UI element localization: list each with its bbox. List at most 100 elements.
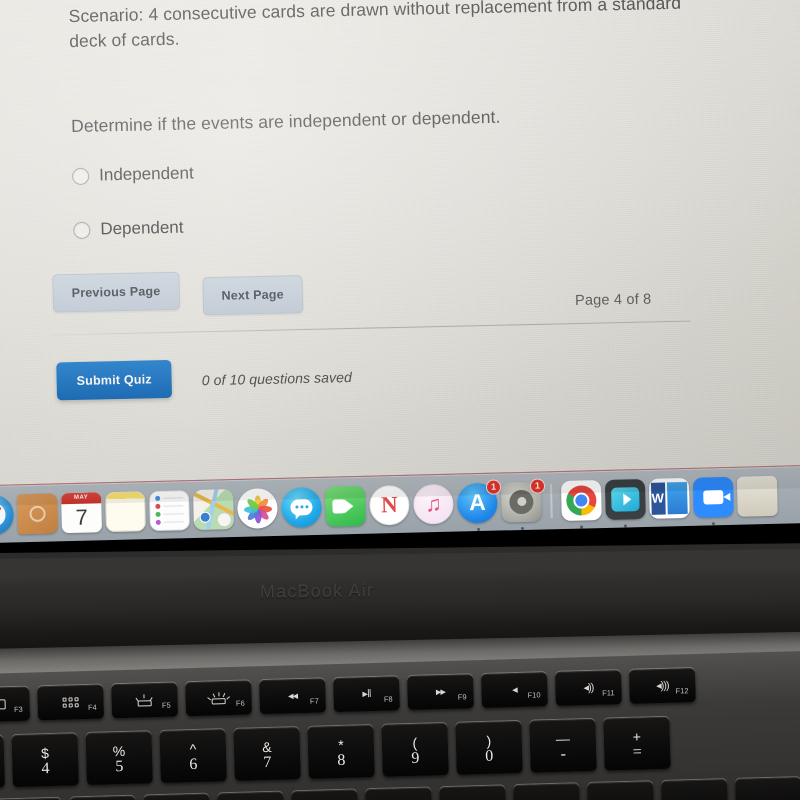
key-main-glyph: 7 <box>263 753 272 772</box>
app-store-glyph: A <box>468 488 487 516</box>
reminder-line <box>155 511 184 517</box>
key-main-glyph: 9 <box>411 749 420 767</box>
calendar-month-label: MAY <box>61 491 102 504</box>
radio-button-icon[interactable] <box>71 167 90 185</box>
key-f11[interactable]: ◂)) F11 <box>554 670 622 706</box>
key-extra[interactable] <box>365 787 433 800</box>
chrome-icon <box>565 484 597 516</box>
key-3[interactable]: # 3 <box>0 735 5 790</box>
dock-item-contacts[interactable] <box>17 492 59 534</box>
fast-forward-icon: ▸▸ <box>435 685 446 698</box>
facetime-lens-icon <box>344 498 354 513</box>
reminder-line <box>155 503 184 509</box>
rewind-icon: ◂◂ <box>287 689 298 702</box>
key-shift-glyph: $ <box>40 745 50 762</box>
key-f10[interactable]: ◂ F10 <box>480 672 548 708</box>
key-8[interactable]: * 8 <box>307 725 375 779</box>
key-label: F5 <box>161 700 171 710</box>
notification-badge: 1 <box>485 478 502 495</box>
dock-item-system-preferences[interactable]: 1 <box>500 477 546 530</box>
zoom-camera-icon <box>702 489 723 505</box>
key-p[interactable]: P <box>143 793 211 800</box>
key-equals[interactable]: + = <box>603 716 671 771</box>
dock-item-microsoft-word[interactable]: W <box>648 477 690 519</box>
key-bracket-left[interactable]: { <box>217 791 285 800</box>
dock-item-facetime[interactable] <box>324 485 366 527</box>
key-5[interactable]: % 5 <box>85 731 153 786</box>
next-page-button[interactable]: Next Page <box>202 275 304 316</box>
mission-control-icon <box>0 699 6 710</box>
key-f8[interactable]: ▸‖ F8 <box>333 676 400 713</box>
key-f6[interactable]: F6 <box>185 680 253 717</box>
safari-compass-icon <box>0 502 6 527</box>
laptop-keyboard: F3 F4 F5 F6 ◂◂ F7 ▸‖ F8 ▸▸ F9 ◂ F10 ◂)) … <box>0 649 800 800</box>
dock-item-photos[interactable] <box>236 487 278 529</box>
macbook-brand-label: MacBook Air <box>259 580 375 602</box>
key-f12[interactable]: ◂))) F12 <box>628 668 696 704</box>
running-indicator <box>579 524 584 529</box>
dock-item-news[interactable]: N <box>368 484 410 526</box>
running-indicator <box>476 527 480 531</box>
key-label: F6 <box>235 698 245 708</box>
camera-icon <box>610 486 640 512</box>
option-independent[interactable]: Independent <box>71 151 772 186</box>
key-shift-glyph: * <box>337 736 344 754</box>
dock-item-zoom[interactable] <box>692 476 734 525</box>
answer-options: Independent Dependent <box>71 151 773 240</box>
laptop-screen: Scenario: 4 consecutive cards are drawn … <box>0 0 800 544</box>
key-0[interactable]: ) 0 <box>455 720 523 775</box>
dock-item-maps[interactable] <box>192 488 234 530</box>
dock-item-chrome[interactable] <box>560 479 602 529</box>
quiz-page: Scenario: 4 consecutive cards are drawn … <box>50 0 775 401</box>
laptop-photo: Scenario: 4 consecutive cards are drawn … <box>0 0 800 800</box>
notification-badge: 1 <box>529 477 546 494</box>
submit-row: Submit Quiz 0 of 10 questions saved <box>56 356 352 401</box>
key-f4[interactable]: F4 <box>37 684 105 721</box>
dock-item-messages[interactable] <box>280 486 322 528</box>
key-extra[interactable] <box>513 783 581 800</box>
key-f7[interactable]: ◂◂ F7 <box>259 678 326 715</box>
key-f5[interactable]: F5 <box>111 682 179 719</box>
dock-item-notes[interactable] <box>105 490 146 532</box>
key-label: F8 <box>383 694 393 704</box>
dock-item-app-store[interactable]: A 1 <box>456 478 502 531</box>
dock-item-calendar[interactable]: MAY 7 <box>61 491 102 533</box>
option-label: Dependent <box>100 217 184 239</box>
key-9[interactable]: ( 9 <box>381 722 449 777</box>
key-f9[interactable]: ▸▸ F9 <box>407 674 474 711</box>
key-label: F12 <box>675 686 689 696</box>
key-extra[interactable] <box>735 777 800 800</box>
gear-icon <box>509 489 534 514</box>
key-main-glyph: 0 <box>485 747 494 765</box>
dock-item-music[interactable]: ♫ <box>412 483 454 525</box>
dock-item-safari[interactable] <box>0 493 15 535</box>
previous-page-button[interactable]: Previous Page <box>52 271 180 313</box>
play-pause-icon: ▸‖ <box>362 687 371 700</box>
key-6[interactable]: ^ 6 <box>159 729 227 783</box>
key-hyphen[interactable]: — - <box>529 718 597 773</box>
key-label: F3 <box>13 704 23 715</box>
key-extra[interactable] <box>439 785 507 800</box>
key-extra[interactable] <box>587 781 655 800</box>
key-extra[interactable] <box>661 779 729 800</box>
dock-separator <box>549 483 553 518</box>
key-f3[interactable]: F3 <box>0 686 31 723</box>
dock-item-camera-app[interactable] <box>604 478 646 527</box>
word-glyph: W <box>650 481 666 515</box>
photos-pinwheel-icon <box>243 494 273 524</box>
key-o[interactable]: O <box>69 795 137 800</box>
key-4[interactable]: $ 4 <box>11 733 79 788</box>
reminder-line <box>155 495 184 501</box>
question-prompt: Determine if the events are independent … <box>70 106 501 136</box>
macos-dock: MAY 7 N ♫ A 1 1 W <box>0 464 800 544</box>
dock-item-partial[interactable] <box>736 475 778 517</box>
key-bracket-right[interactable] <box>291 789 359 800</box>
volume-down-icon: ◂)) <box>583 681 594 694</box>
dock-item-reminders[interactable] <box>148 489 190 531</box>
submit-quiz-button[interactable]: Submit Quiz <box>56 359 173 401</box>
radio-button-icon[interactable] <box>73 221 91 239</box>
option-dependent[interactable]: Dependent <box>73 205 773 240</box>
key-7[interactable]: & 7 <box>233 727 301 781</box>
reminder-line <box>155 519 184 525</box>
key-main-glyph: 8 <box>337 751 346 770</box>
